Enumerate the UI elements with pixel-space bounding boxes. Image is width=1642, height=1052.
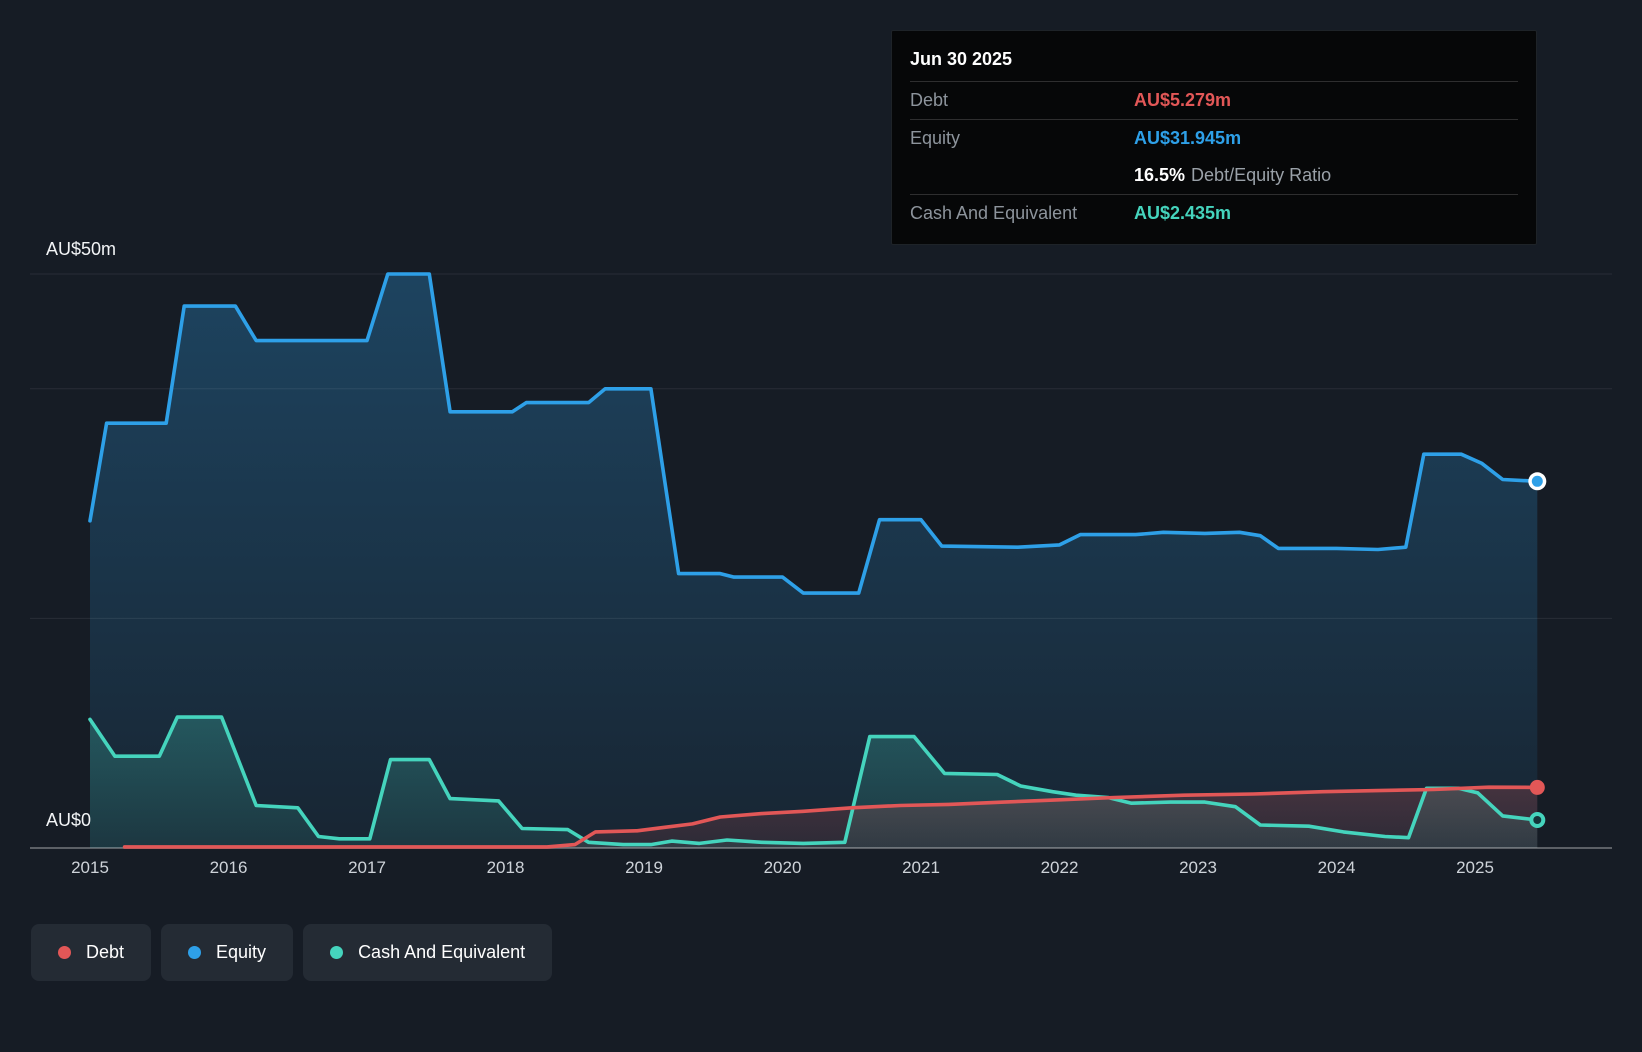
tooltip-equity-value: AU$31.945m: [1134, 128, 1242, 148]
debt-equity-history-chart: AU$50m AU$0 2015 2016 2017 2018 2019 2020 2021…: [0, 0, 1642, 1052]
tooltip-row-equity: Equity AU$31.945m: [910, 119, 1518, 157]
legend-cash-label: Cash And Equivalent: [358, 942, 526, 962]
tooltip-equity-label: Equity: [910, 128, 961, 148]
tooltip-date: Jun 30 2025: [910, 49, 1013, 69]
legend: Debt Equity Cash And Equivalent: [31, 924, 553, 981]
tooltip-ratio-label: Debt/Equity Ratio: [1191, 165, 1332, 185]
equity-endpoint-marker-inner: [1531, 475, 1543, 487]
equity-legend-dot-icon: [188, 946, 202, 959]
tooltip-debt-label: Debt: [910, 90, 949, 110]
x-tick-label-2023: 2023: [1179, 858, 1217, 877]
y-axis-zero-label: AU$0: [46, 810, 92, 830]
tooltip-debt-value: AU$5.279m: [1134, 90, 1232, 110]
y-axis-max-label: AU$50m: [46, 239, 117, 259]
x-tick-label-2015: 2015: [71, 858, 109, 877]
legend-item-cash[interactable]: Cash And Equivalent: [303, 924, 553, 981]
x-tick-label-2025: 2025: [1456, 858, 1494, 877]
legend-item-debt[interactable]: Debt: [31, 924, 152, 981]
equity-area: [90, 274, 1538, 848]
x-axis: 2015 2016 2017 2018 2019 2020 2021 2022 2023 2024…: [0, 858, 1642, 888]
x-tick-label-2021: 2021: [902, 858, 940, 877]
x-tick-label-2018: 2018: [486, 858, 525, 877]
x-tick-label-2022: 2022: [1040, 858, 1079, 877]
chart-tooltip: Jun 30 2025 Debt AU$5.279m Equity AU$31.…: [891, 30, 1537, 245]
legend-debt-label: Debt: [86, 942, 125, 962]
cash-endpoint-marker-inner: [1533, 816, 1542, 824]
x-tick-label-2016: 2016: [209, 858, 248, 877]
x-tick-label-2017: 2017: [348, 858, 386, 877]
legend-item-equity[interactable]: Equity: [161, 924, 294, 981]
x-tick-label-2019: 2019: [625, 858, 663, 877]
debt-legend-dot-icon: [58, 946, 71, 959]
x-tick-label-2020: 2020: [763, 858, 802, 877]
cash-legend-dot-icon: [330, 946, 344, 959]
tooltip-ratio-value: 16.5%: [1134, 165, 1186, 185]
x-tick-label-2024: 2024: [1317, 858, 1356, 877]
tooltip-cash-value: AU$2.435m: [1134, 203, 1232, 223]
tooltip-row-ratio: 16.5% Debt/Equity Ratio: [910, 157, 1518, 194]
tooltip-row-cash: Cash And Equivalent AU$2.435m: [910, 194, 1518, 232]
debt-endpoint-marker: [1529, 779, 1545, 795]
tooltip-cash-label: Cash And Equivalent: [910, 203, 1078, 223]
legend-equity-label: Equity: [216, 942, 267, 962]
tooltip-row-debt: Debt AU$5.279m: [910, 81, 1518, 119]
